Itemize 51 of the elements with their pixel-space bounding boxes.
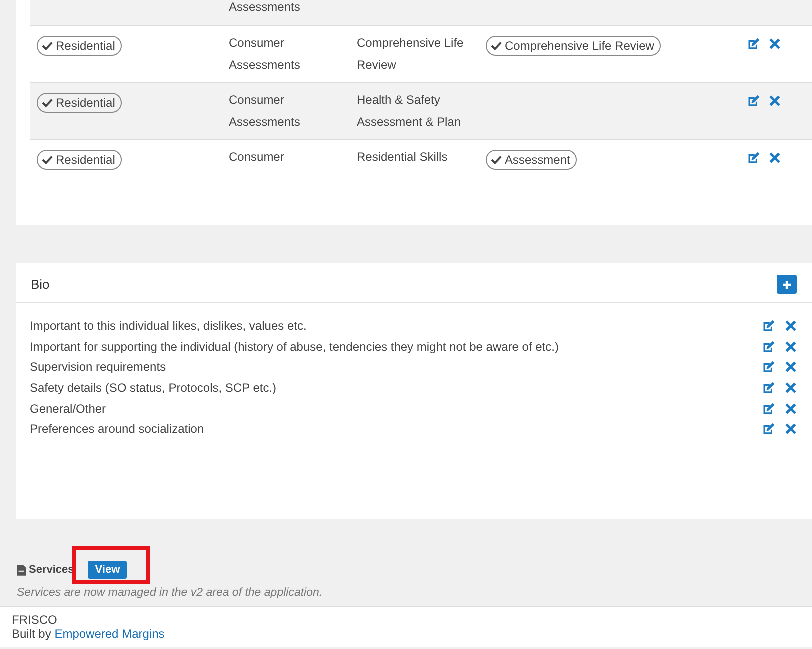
edit-icon[interactable]	[762, 381, 776, 396]
check-icon	[491, 155, 502, 165]
delete-icon[interactable]	[768, 151, 782, 165]
services-note: Services are now managed in the v2 area of the application.	[17, 587, 324, 599]
table-cell-text: Assessments	[229, 1, 302, 13]
edit-icon[interactable]	[762, 319, 776, 334]
category-tag: Residential	[37, 93, 122, 113]
check-icon	[42, 155, 53, 165]
check-icon	[491, 41, 502, 51]
bio-item: General/Other	[30, 402, 106, 416]
check-icon	[42, 41, 53, 51]
delete-icon[interactable]	[768, 94, 782, 108]
plus-icon	[782, 280, 792, 290]
category-tag: Residential	[37, 36, 122, 56]
delete-icon[interactable]	[784, 381, 798, 396]
app-name: FRISCO	[12, 613, 58, 627]
company-link[interactable]: Empowered Margins	[54, 627, 165, 641]
bio-item: Preferences around socialization	[30, 422, 204, 436]
bio-item: Supervision requirements	[30, 360, 166, 374]
edit-icon[interactable]	[747, 151, 761, 165]
built-by-text: Built by	[12, 627, 52, 641]
check-icon	[42, 98, 53, 108]
category-tag: Residential	[37, 150, 122, 170]
edit-icon[interactable]	[762, 360, 776, 374]
bio-item: Important for supporting the individual (history of abuse, tendencies they might not be aware of etc.)	[30, 340, 559, 354]
edit-icon[interactable]	[762, 422, 776, 436]
section-title: Bio	[31, 277, 50, 292]
delete-icon[interactable]	[784, 340, 798, 354]
delete-icon[interactable]	[784, 402, 798, 416]
view-button[interactable]: View	[88, 561, 128, 579]
edit-icon[interactable]	[762, 402, 776, 416]
table-cell-text: Residential Skills	[357, 149, 449, 166]
table-cell-text: Health & Safety Assessment & Plan	[357, 92, 462, 131]
delete-icon[interactable]	[784, 319, 798, 334]
edit-icon[interactable]	[747, 94, 761, 108]
bio-item: Important to this individual likes, dislikes, values etc.	[30, 319, 307, 334]
edit-icon[interactable]	[762, 340, 776, 354]
delete-icon[interactable]	[784, 422, 798, 436]
bio-item: Safety details (SO status, Protocols, SCP etc.)	[30, 381, 277, 396]
table-cell-text: Consumer	[229, 149, 286, 166]
table-cell-text: Consumer Assessments	[229, 35, 302, 74]
delete-icon[interactable]	[768, 37, 782, 51]
edit-icon[interactable]	[747, 37, 761, 51]
status-tag: Assessment	[486, 150, 578, 170]
table-cell-text: Consumer Assessments	[229, 92, 302, 131]
document-icon	[17, 564, 26, 576]
services-label: Services	[29, 564, 74, 576]
delete-icon[interactable]	[784, 360, 798, 374]
status-tag: Comprehensive Life Review	[486, 36, 662, 56]
add-button[interactable]	[777, 275, 797, 294]
table-cell-text: Comprehensive Life Review	[357, 35, 465, 74]
